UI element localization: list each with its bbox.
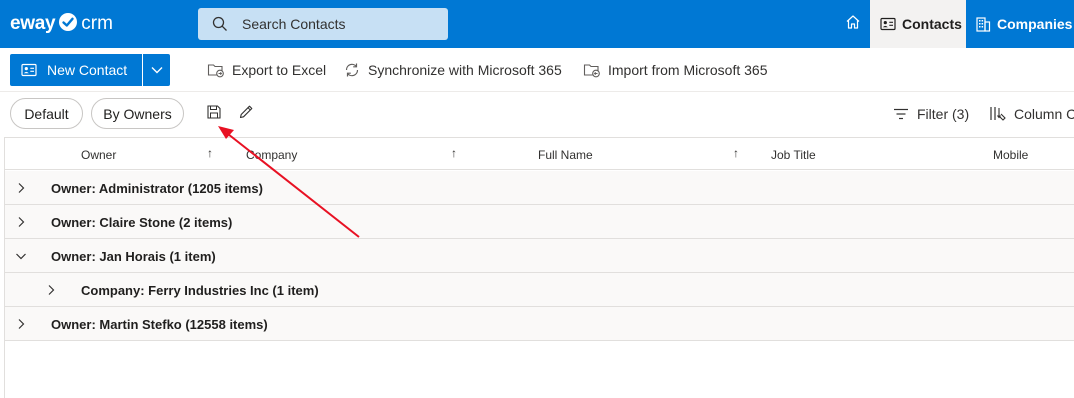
grid-header: Owner ↑ Company ↑ Full Name ↑ Job Title … (5, 138, 1074, 170)
view-by-owners-button[interactable]: By Owners (91, 98, 184, 129)
group-row[interactable]: Owner: Administrator (1205 items) (5, 171, 1074, 205)
chevron-right-icon[interactable] (15, 216, 27, 228)
chevron-down-icon[interactable] (15, 250, 27, 262)
search-icon (212, 16, 228, 32)
new-contact-label: New Contact (47, 62, 128, 78)
column-header-job-title[interactable]: Job Title (771, 148, 816, 162)
tab-companies-label: Companies (997, 16, 1073, 32)
group-label: Owner: Administrator (1205 items) (51, 181, 263, 196)
eway-crm-logo[interactable]: eway crm (10, 12, 113, 36)
filter-icon (893, 108, 909, 120)
column-header-owner[interactable]: Owner (81, 148, 116, 162)
group-label: Owner: Claire Stone (2 items) (51, 215, 233, 230)
column-header-company[interactable]: Company (246, 148, 297, 162)
chevron-right-icon[interactable] (15, 182, 27, 194)
new-contact-button[interactable]: New Contact (10, 54, 142, 86)
import-m365-button[interactable]: Import from Microsoft 365 (583, 54, 768, 86)
export-to-excel-label: Export to Excel (232, 62, 327, 78)
contact-card-icon (880, 17, 896, 31)
logo-crm-text: crm (81, 13, 113, 34)
search-placeholder: Search Contacts (242, 16, 346, 32)
edit-view-button[interactable] (236, 104, 256, 124)
home-button[interactable] (835, 0, 870, 48)
tab-companies[interactable]: Companies (966, 0, 1074, 48)
synchronize-m365-label: Synchronize with Microsoft 365 (368, 62, 562, 78)
sort-ascending-icon[interactable]: ↑ (733, 146, 739, 160)
building-icon (975, 16, 991, 32)
group-row[interactable]: Owner: Jan Horais (1 item) (5, 239, 1074, 273)
column-chooser-button[interactable]: Column Chooser (989, 104, 1074, 124)
filter-label: Filter (3) (917, 106, 970, 122)
synchronize-m365-button[interactable]: Synchronize with Microsoft 365 (343, 54, 562, 86)
group-label: Owner: Martin Stefko (12558 items) (51, 317, 268, 332)
chevron-down-icon (151, 61, 163, 79)
chevron-right-icon[interactable] (45, 284, 57, 296)
view-bar: Default By Owners Filter (3) Column Choo… (0, 92, 1074, 137)
column-chooser-label: Column Chooser (1014, 106, 1074, 122)
view-default-button[interactable]: Default (10, 98, 83, 129)
save-view-button[interactable] (204, 104, 224, 124)
logo-check-icon (58, 12, 78, 37)
new-contact-dropdown-button[interactable] (143, 54, 170, 86)
contacts-grid: Owner ↑ Company ↑ Full Name ↑ Job Title … (4, 137, 1074, 398)
tab-contacts[interactable]: Contacts (870, 0, 966, 48)
sort-ascending-icon[interactable]: ↑ (451, 146, 457, 160)
column-header-full-name[interactable]: Full Name (538, 148, 593, 162)
top-bar: eway crm Search Contacts Contacts Compan… (0, 0, 1074, 48)
group-row[interactable]: Owner: Martin Stefko (12558 items) (5, 307, 1074, 341)
import-m365-label: Import from Microsoft 365 (608, 62, 768, 78)
group-label: Owner: Jan Horais (1 item) (51, 249, 216, 264)
column-header-mobile[interactable]: Mobile (993, 148, 1028, 162)
search-input[interactable]: Search Contacts (198, 8, 448, 40)
folder-export-icon (207, 62, 225, 78)
sort-ascending-icon[interactable]: ↑ (207, 146, 213, 160)
subgroup-label: Company: Ferry Industries Inc (1 item) (81, 283, 319, 298)
home-icon (845, 14, 861, 35)
folder-import-icon (583, 62, 601, 78)
logo-eway-text: eway (10, 13, 56, 34)
tab-contacts-label: Contacts (902, 16, 962, 32)
pencil-icon (238, 104, 254, 125)
save-icon (206, 104, 222, 125)
filter-button[interactable]: Filter (3) (893, 104, 969, 124)
chevron-right-icon[interactable] (15, 318, 27, 330)
column-chooser-icon (989, 105, 1007, 123)
contact-card-icon (21, 63, 37, 77)
sync-icon (343, 61, 361, 79)
export-to-excel-button[interactable]: Export to Excel (207, 54, 326, 86)
command-bar: New Contact Export to Excel Synchronize … (0, 48, 1074, 92)
subgroup-row[interactable]: Company: Ferry Industries Inc (1 item) (5, 273, 1074, 307)
group-row[interactable]: Owner: Claire Stone (2 items) (5, 205, 1074, 239)
